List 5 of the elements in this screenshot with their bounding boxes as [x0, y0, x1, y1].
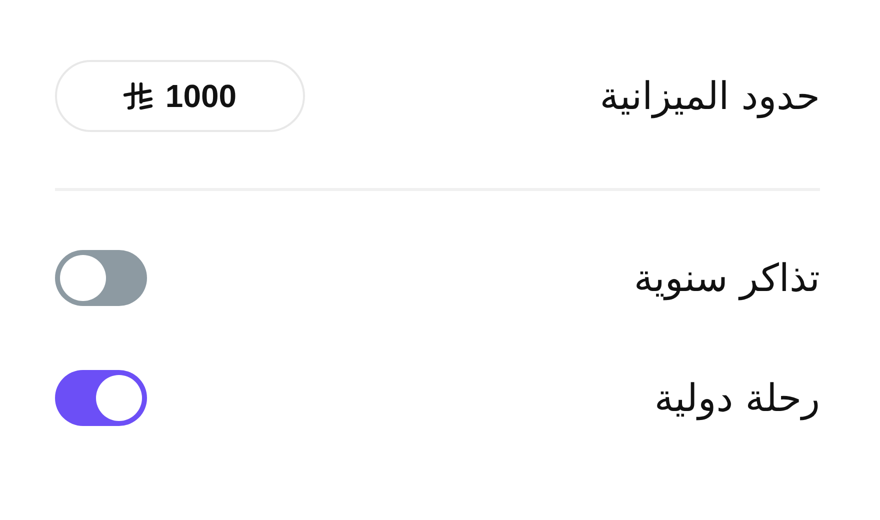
- budget-label: حدود الميزانية: [600, 74, 820, 118]
- toggle-label: تذاكر سنوية: [634, 256, 820, 300]
- toggle-label: رحلة دولية: [654, 376, 820, 420]
- budget-amount-badge: 1000: [55, 60, 305, 132]
- currency-icon: [123, 81, 154, 111]
